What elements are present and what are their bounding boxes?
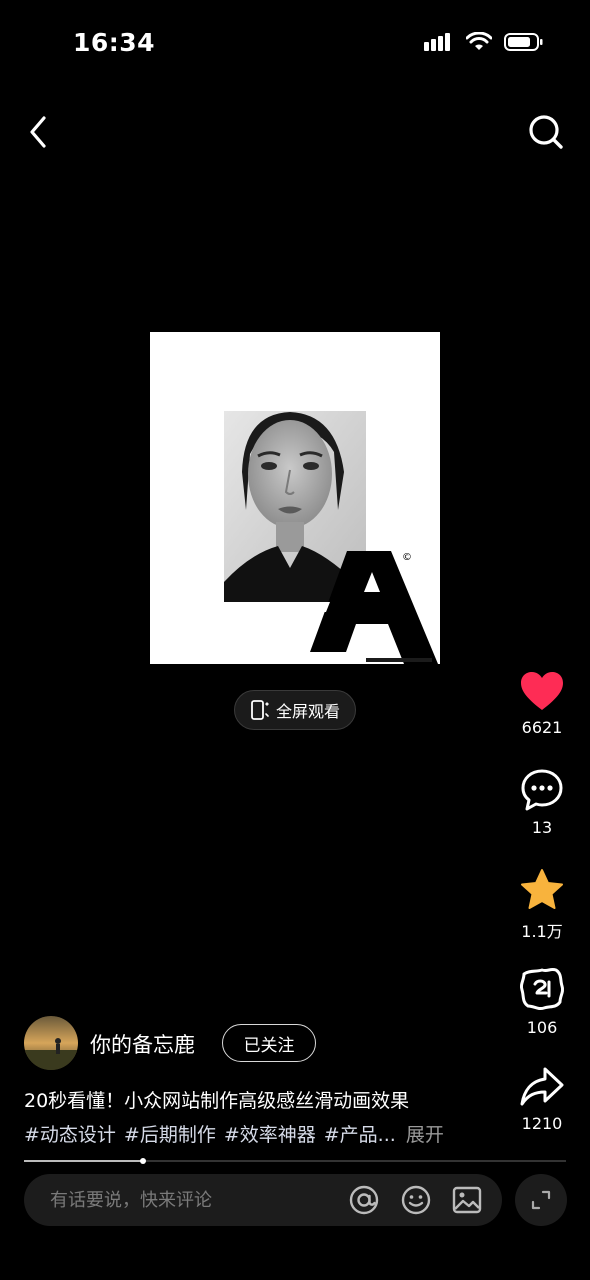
video-player[interactable]: © bbox=[150, 332, 440, 664]
comment-input[interactable] bbox=[48, 1188, 342, 1212]
like-button[interactable]: 6621 bbox=[506, 670, 578, 737]
expand-icon bbox=[531, 1190, 551, 1210]
star-icon bbox=[521, 869, 563, 909]
expand-button[interactable] bbox=[515, 1174, 567, 1226]
avatar[interactable] bbox=[24, 1016, 78, 1070]
share-button[interactable]: 1210 bbox=[506, 1066, 578, 1133]
share-count: 1210 bbox=[521, 1114, 563, 1133]
co-create-icon bbox=[519, 967, 565, 1011]
comment-count: 13 bbox=[531, 818, 553, 837]
video-caption: 20秒看懂！小众网站制作高级感丝滑动画效果 bbox=[24, 1090, 410, 1112]
co-create-button[interactable]: 106 bbox=[506, 966, 578, 1037]
co-create-count: 106 bbox=[526, 1018, 558, 1037]
image-icon[interactable] bbox=[451, 1184, 483, 1216]
status-icons bbox=[424, 32, 544, 52]
hashtag[interactable]: #后期制作 bbox=[124, 1120, 216, 1147]
expand-caption-link[interactable]: 展开 bbox=[406, 1120, 444, 1147]
comment-button[interactable]: 13 bbox=[506, 768, 578, 837]
fullscreen-button[interactable]: 全屏观看 bbox=[234, 690, 356, 730]
heart-icon bbox=[521, 672, 563, 710]
search-button[interactable] bbox=[526, 112, 566, 152]
comment-icon bbox=[521, 769, 563, 811]
status-time: 16:34 bbox=[73, 28, 156, 57]
search-icon bbox=[529, 115, 563, 149]
playback-progress-handle[interactable] bbox=[140, 1158, 146, 1164]
fullscreen-phone-icon bbox=[251, 700, 269, 720]
like-count: 6621 bbox=[521, 718, 563, 737]
fullscreen-label: 全屏观看 bbox=[275, 702, 340, 721]
back-button[interactable] bbox=[22, 112, 58, 152]
at-icon[interactable] bbox=[348, 1184, 380, 1216]
comment-bar bbox=[24, 1174, 502, 1226]
hashtag[interactable]: #产品... bbox=[324, 1120, 396, 1147]
hashtag[interactable]: #动态设计 bbox=[24, 1120, 116, 1147]
emoji-icon[interactable] bbox=[400, 1184, 432, 1216]
signal-icon bbox=[424, 33, 450, 51]
author-name[interactable]: 你的备忘鹿 bbox=[90, 1029, 195, 1059]
hashtag-list: #动态设计 #后期制作 #效率神器 #产品... 展开 bbox=[24, 1120, 444, 1147]
favorite-button[interactable]: 1.1万 bbox=[506, 868, 578, 942]
follow-button[interactable]: 已关注 bbox=[222, 1024, 316, 1062]
logo-mark: © bbox=[402, 552, 412, 563]
back-icon bbox=[30, 116, 46, 148]
battery-icon bbox=[504, 33, 543, 51]
share-icon bbox=[520, 1067, 564, 1106]
video-frame-artwork: © bbox=[224, 411, 438, 664]
favorite-count: 1.1万 bbox=[521, 922, 563, 941]
wifi-icon bbox=[466, 32, 492, 50]
avatar-image bbox=[24, 1016, 78, 1070]
hashtag[interactable]: #效率神器 bbox=[224, 1120, 316, 1147]
playback-progress-fill bbox=[24, 1160, 143, 1162]
